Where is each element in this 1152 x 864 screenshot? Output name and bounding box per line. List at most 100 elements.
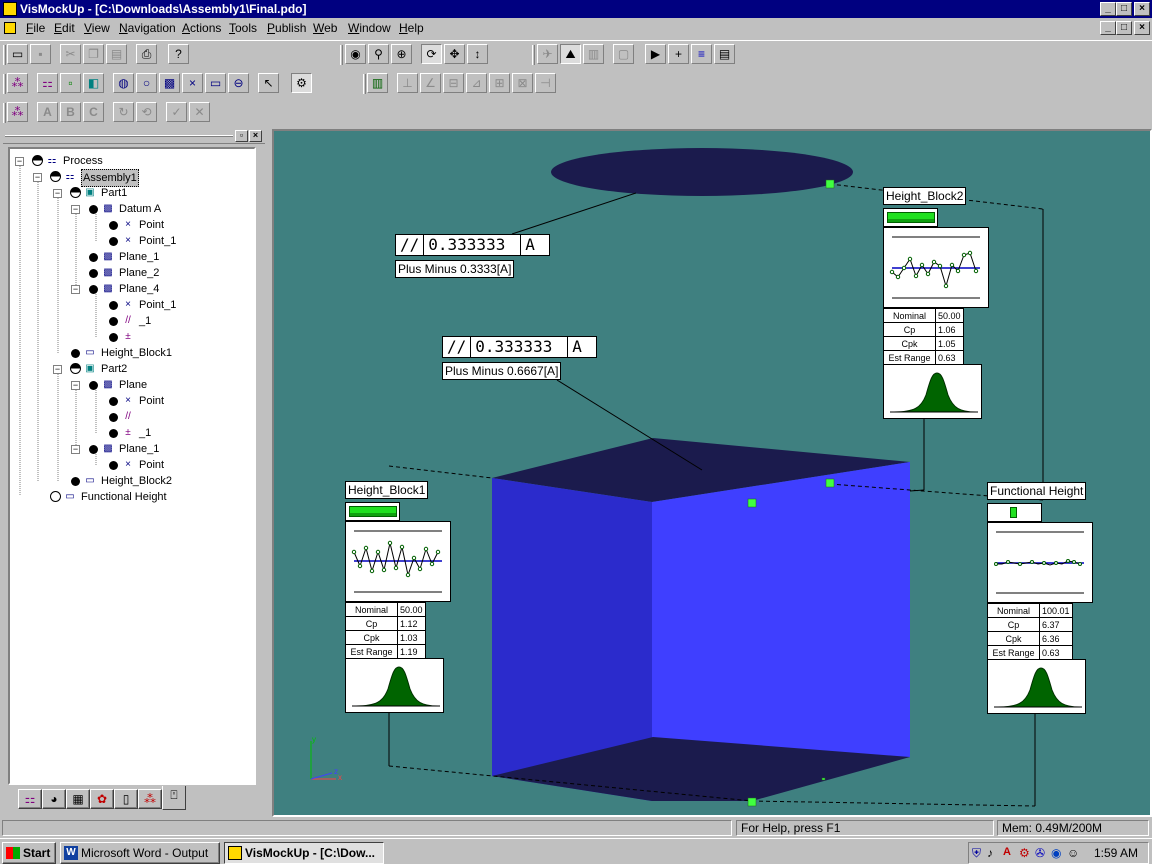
tree-node[interactable]: × Point [10, 393, 250, 409]
target-icon[interactable]: ⊕ [391, 44, 412, 64]
expand-toggle[interactable]: − [71, 381, 80, 390]
measure-icon[interactable]: ▥ [367, 73, 388, 93]
task-vismockup[interactable]: VisMockUp - [C:\Dow... [224, 842, 384, 864]
tolerance-icon[interactable]: ⁂ [7, 102, 28, 122]
tree-node[interactable]: ▭ Height_Block2 [10, 473, 250, 489]
tab-network-icon[interactable]: ⁂ [138, 789, 162, 809]
expand-toggle[interactable]: − [53, 189, 62, 198]
3d-viewport[interactable]: y x z // 0.333333 A Plus Minus 0.3333[A]… [272, 129, 1152, 817]
toolbar-grip[interactable] [363, 74, 366, 94]
maximize-button[interactable]: □ [1116, 2, 1132, 16]
report-icon[interactable]: ▤ [714, 44, 735, 64]
print-icon[interactable]: ⎙ [136, 44, 157, 64]
network-icon[interactable]: ⚙ [1019, 846, 1030, 860]
tab-colors-icon[interactable]: ✿ [90, 789, 114, 809]
menu-window[interactable]: Window [348, 18, 391, 38]
tab-structure-icon[interactable]: ⚏ [18, 789, 42, 809]
part-icon[interactable]: ▫ [60, 73, 81, 93]
dim-chain-icon[interactable]: ⊞ [489, 73, 510, 93]
gantt-icon[interactable]: ≡ [691, 44, 712, 64]
circle-fill-icon[interactable]: ◍ [113, 73, 134, 93]
tree-node[interactable]: ▭ Functional Height [10, 489, 250, 505]
expand-toggle[interactable]: − [15, 157, 24, 166]
toolbar-grip[interactable] [3, 103, 6, 123]
tree-node[interactable]: − ⚏ Assembly1 [10, 169, 250, 187]
datum-ellipse[interactable] [551, 148, 853, 196]
tab-palette-icon[interactable]: ◕ [42, 789, 66, 809]
doc-restore-button[interactable]: □ [1116, 21, 1132, 35]
doc-minimize-button[interactable]: _ [1100, 21, 1116, 35]
tree-node[interactable]: × Point [10, 457, 250, 473]
document-icon[interactable] [4, 22, 16, 34]
menu-file[interactable]: File [26, 18, 45, 38]
section-icon[interactable]: ▥ [583, 44, 604, 64]
menu-navigation[interactable]: Navigation [119, 18, 176, 38]
process-tree[interactable]: − ⚏ Process − ⚏ Assembly1− ▣ Part1− ▩ Datum A × Poi… [8, 147, 256, 785]
tree-node[interactable]: − ▩ Plane_4 [10, 281, 250, 297]
pan-icon[interactable]: ✥ [444, 44, 465, 64]
vertical-move-icon[interactable]: ↕ [467, 44, 488, 64]
copy-icon[interactable]: ❐ [83, 44, 104, 64]
plane-icon[interactable]: ▩ [159, 73, 180, 93]
tab-page-icon[interactable]: ▯ [114, 789, 138, 809]
tray-app-icon[interactable]: ✇ [1035, 846, 1045, 860]
tree-node[interactable]: ▭ Height_Block1 [10, 345, 250, 361]
zoom-icon[interactable]: ⚲ [368, 44, 389, 64]
expand-toggle[interactable]: − [71, 445, 80, 454]
tree-node[interactable]: − ▩ Datum A [10, 201, 250, 217]
feature-control-frame[interactable]: // 0.333333 A [442, 336, 598, 358]
tree-node[interactable]: // _1 [10, 313, 250, 329]
menu-edit[interactable]: Edit [54, 18, 75, 38]
menu-web[interactable]: Web [313, 18, 337, 38]
cut-icon[interactable]: ✂ [60, 44, 81, 64]
ati-icon[interactable]: A [1003, 846, 1011, 858]
menu-actions[interactable]: Actions [182, 18, 221, 38]
tree-node[interactable]: − ▩ Plane_1 [10, 441, 250, 457]
select-arrow-icon[interactable]: ↖ [258, 73, 279, 93]
menu-publish[interactable]: Publish [267, 18, 306, 38]
tree-node[interactable]: − ⚏ Process [10, 153, 250, 169]
face-icon[interactable]: ◧ [83, 73, 104, 93]
line-icon[interactable]: ▭ [205, 73, 226, 93]
tab-film-icon[interactable]: ▦ [66, 789, 90, 809]
expand-toggle[interactable]: − [71, 205, 80, 214]
toolbar-grip[interactable] [532, 45, 535, 65]
datum-b-button[interactable]: B [60, 102, 81, 122]
doc-close-button[interactable]: × [1134, 21, 1150, 35]
delete-icon[interactable]: ✕ [189, 102, 210, 122]
check-icon[interactable]: ✓ [166, 102, 187, 122]
expand-toggle[interactable]: − [71, 285, 80, 294]
datum-c-button[interactable]: C [83, 102, 104, 122]
play-icon[interactable]: ▶ [645, 44, 666, 64]
rotate-icon[interactable]: ⟳ [421, 44, 442, 64]
slot-icon[interactable]: ⊖ [228, 73, 249, 93]
dim-linear-icon[interactable]: ⊥ [397, 73, 418, 93]
context-help-icon[interactable]: ? [168, 44, 189, 64]
menu-view[interactable]: View [84, 18, 110, 38]
tray-agent-icon[interactable]: ☺ [1067, 846, 1079, 860]
dim-slope-icon[interactable]: ⊿ [466, 73, 487, 93]
menu-tools[interactable]: Tools [229, 18, 257, 38]
tree-node[interactable]: // [10, 409, 250, 425]
minimize-button[interactable]: _ [1100, 2, 1116, 16]
tree-node[interactable]: ± _1 [10, 425, 250, 441]
pane-restore-button[interactable]: ▫ [235, 130, 248, 142]
start-button[interactable]: Start [2, 842, 56, 864]
structure-icon[interactable]: ⚏ [37, 73, 58, 93]
cluster-icon[interactable]: ⁂ [7, 73, 28, 93]
pane-grip[interactable] [5, 135, 233, 137]
toolbar-grip[interactable] [3, 45, 6, 65]
tab-tolerance-icon[interactable]: ⍞ [162, 786, 186, 810]
datum-a-button[interactable]: A [37, 102, 58, 122]
toolbar-grip[interactable] [340, 45, 343, 65]
paste-icon[interactable]: ▤ [106, 44, 127, 64]
tree-node[interactable]: ▩ Plane_1 [10, 249, 250, 265]
fly-icon[interactable]: ✈ [537, 44, 558, 64]
tree-node[interactable]: − ▩ Plane [10, 377, 250, 393]
pane-close-button[interactable]: × [249, 130, 262, 142]
dim-end-icon[interactable]: ⊣ [535, 73, 556, 93]
tree-node[interactable]: ▩ Plane_2 [10, 265, 250, 281]
tray-eye-icon[interactable]: ◉ [1051, 846, 1061, 860]
expand-toggle[interactable]: − [53, 365, 62, 374]
tree-node[interactable]: − ▣ Part1 [10, 185, 250, 201]
